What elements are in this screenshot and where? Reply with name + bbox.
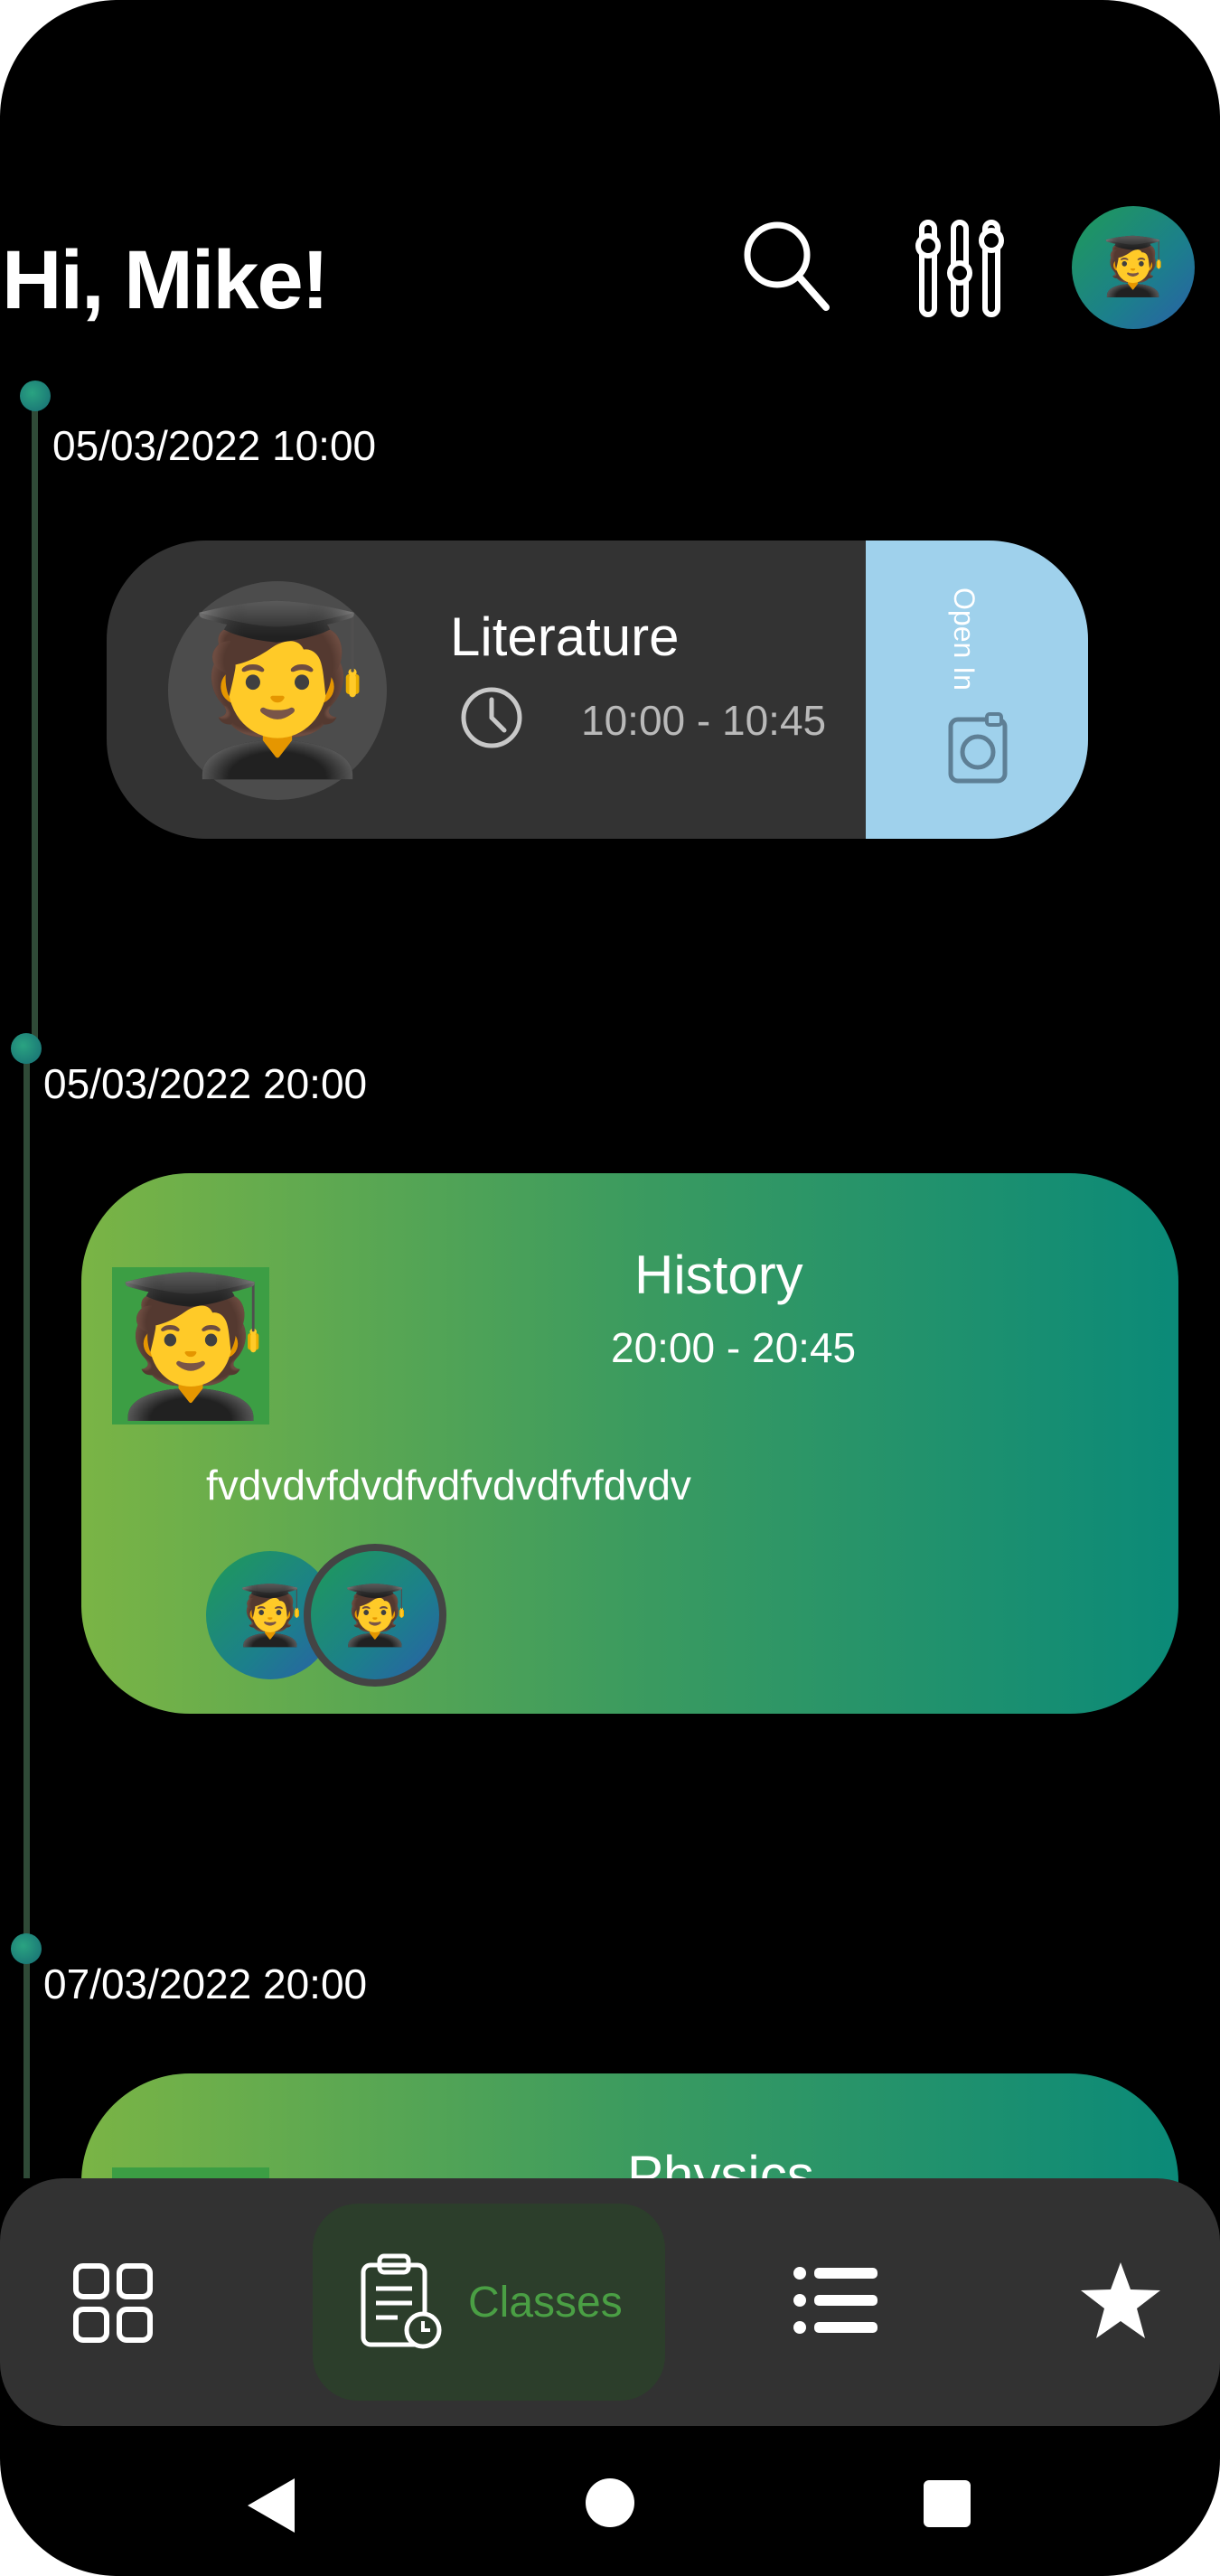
camera-icon (947, 712, 1010, 789)
recents-icon[interactable] (924, 2480, 971, 2527)
clock-icon (459, 685, 524, 755)
app-screen: Hi, Mike! 🧑‍🎓 05/03/2022 10:00 (0, 0, 1220, 2576)
clipboard-clock-icon (358, 2252, 445, 2352)
search-icon[interactable] (739, 217, 831, 316)
timeline-date: 07/03/2022 20:00 (43, 1960, 368, 2007)
open-in-label: Open In (948, 588, 981, 691)
student-avatar-icon: 🧑‍🎓 (339, 1583, 411, 1648)
nav-dashboard[interactable] (54, 2249, 172, 2357)
nav-list[interactable] (786, 2251, 886, 2350)
bottom-nav: Classes (0, 2178, 1220, 2426)
student-avatar-icon: 🧑‍🎓 (112, 1270, 269, 1422)
class-title: History (634, 1245, 803, 1305)
timeline-date: 05/03/2022 10:00 (52, 422, 377, 469)
class-title: Literature (450, 606, 680, 667)
student-avatar-icon: 🧑‍🎓 (234, 1583, 306, 1648)
class-description: fvdvdvfdvdfvdfvdvdfvfdvdv (206, 1462, 691, 1509)
star-icon (1081, 2262, 1160, 2338)
student-avatar-icon: 🧑‍🎓 (175, 599, 380, 781)
nav-classes-label: Classes (468, 2279, 623, 2327)
system-nav-bar (0, 2458, 1220, 2549)
timeline-line (32, 396, 38, 1048)
timeline-line (23, 1048, 30, 2178)
timeline-dot (11, 1033, 42, 1064)
sliders-icon[interactable] (909, 219, 1010, 318)
class-time: 10:00 - 10:45 (581, 697, 827, 744)
user-avatar[interactable]: 🧑‍🎓 (1072, 206, 1195, 329)
student-avatar-icon: 🧑‍🎓 (1098, 236, 1168, 298)
list-icon (793, 2267, 877, 2334)
home-icon[interactable] (586, 2478, 634, 2527)
class-avatar: 🧑‍🎓 (112, 1267, 269, 1424)
class-time: 20:00 - 20:45 (611, 1324, 857, 1371)
grid-icon (73, 2263, 153, 2343)
greeting-title: Hi, Mike! (2, 234, 329, 326)
timeline-date: 05/03/2022 20:00 (43, 1060, 368, 1107)
participant-avatar[interactable]: 🧑‍🎓 (304, 1544, 446, 1687)
timeline-dot (20, 381, 51, 411)
class-card-literature[interactable]: 🧑‍🎓 Literature 10:00 - 10:45 (107, 541, 1088, 839)
timeline-dot (11, 1933, 42, 1964)
nav-favorites[interactable] (1066, 2251, 1175, 2350)
class-avatar: 🧑‍🎓 (168, 581, 387, 800)
class-card-history[interactable]: 🧑‍🎓 History 20:00 - 20:45 fvdvdvfdvdfvdf… (81, 1173, 1178, 1714)
back-icon[interactable] (244, 2477, 298, 2539)
